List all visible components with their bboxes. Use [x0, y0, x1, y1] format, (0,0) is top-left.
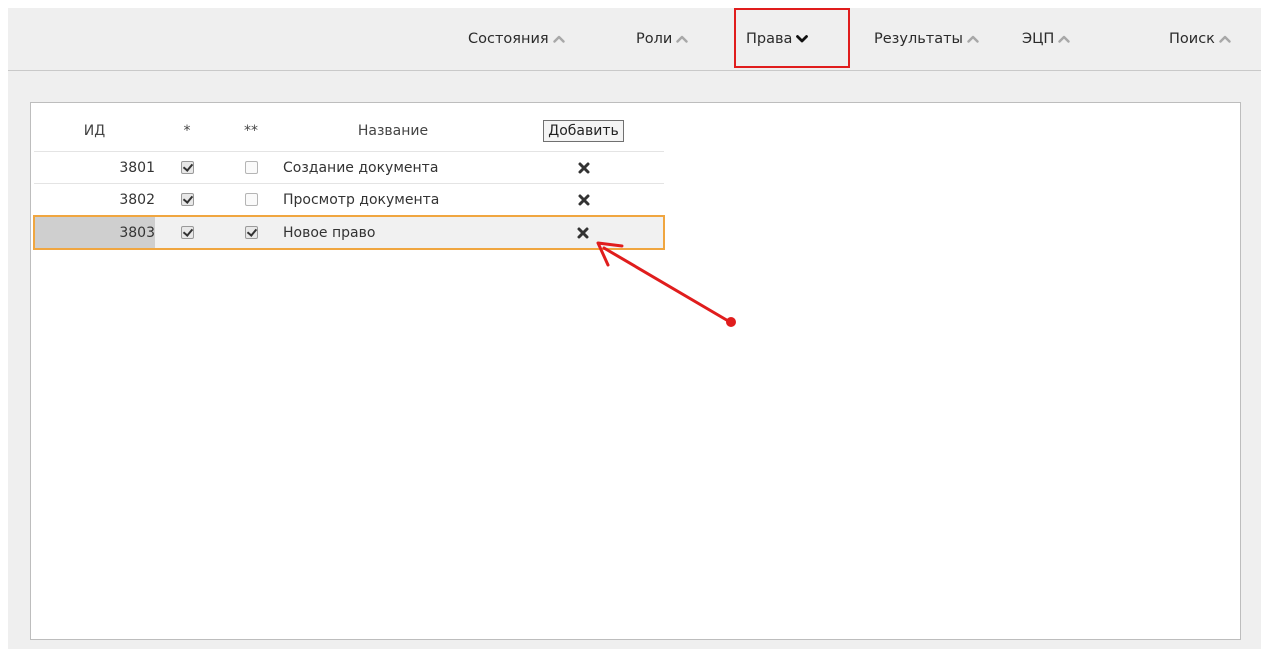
column-header-actions: Добавить	[503, 111, 664, 152]
close-x-icon[interactable]	[576, 226, 590, 240]
tab-label: Состояния	[468, 31, 549, 47]
flag1-checkbox[interactable]	[180, 161, 194, 174]
row-id: 3802	[34, 183, 155, 217]
row-actions	[503, 215, 665, 250]
row-name: Просмотр документа	[283, 183, 503, 217]
tab-digital-signature[interactable]: ЭЦП	[1022, 8, 1070, 70]
column-header-name: Название	[283, 111, 503, 152]
row-id: 3803	[33, 215, 155, 250]
tab-label: Роли	[636, 31, 673, 47]
row-name: Новое право	[283, 215, 503, 250]
table-row-selected[interactable]: 3803 Новое право	[33, 215, 665, 250]
chevron-up-icon	[1219, 33, 1231, 45]
tab-search[interactable]: Поиск	[1169, 8, 1231, 70]
row-id: 3801	[34, 151, 155, 184]
close-x-icon[interactable]	[577, 161, 591, 175]
tab-results[interactable]: Результаты	[874, 8, 979, 70]
row-actions	[503, 183, 664, 217]
tab-label: Результаты	[874, 31, 963, 47]
column-header-flag2: **	[219, 111, 283, 152]
tab-rights[interactable]: Права	[734, 8, 850, 70]
table-header-row: ИД * ** Название Добавить	[34, 111, 664, 152]
row-name: Создание документа	[283, 151, 503, 184]
column-header-flag1: *	[155, 111, 219, 152]
flag1-checkbox[interactable]	[180, 226, 194, 239]
chevron-up-icon	[967, 33, 979, 45]
row-actions	[503, 151, 664, 184]
flag2-checkbox[interactable]	[244, 161, 258, 174]
row-flag1-cell	[155, 183, 219, 217]
row-flag2-cell	[219, 151, 283, 184]
flag1-checkbox[interactable]	[180, 193, 194, 206]
flag2-checkbox[interactable]	[244, 226, 258, 239]
table-row[interactable]: 3801 Создание документа	[34, 151, 664, 184]
tab-label: ЭЦП	[1022, 31, 1055, 47]
chevron-up-icon	[676, 33, 689, 45]
table-row[interactable]: 3802 Просмотр документа	[34, 183, 664, 217]
row-flag2-cell	[219, 215, 283, 250]
tab-label: Поиск	[1169, 31, 1215, 47]
rights-table: ИД * ** Название Добавить 3801 Создание …	[33, 111, 665, 250]
column-header-id: ИД	[34, 111, 155, 152]
chevron-down-icon	[796, 33, 809, 45]
chevron-up-icon	[1058, 33, 1070, 45]
tab-states[interactable]: Состояния	[468, 8, 565, 70]
row-flag1-cell	[155, 151, 219, 184]
rights-panel: ИД * ** Название Добавить 3801 Создание …	[30, 102, 1241, 640]
tab-label: Права	[746, 31, 793, 47]
flag2-checkbox[interactable]	[244, 193, 258, 206]
row-flag1-cell	[155, 215, 219, 250]
row-flag2-cell	[219, 183, 283, 217]
tab-bar: Состояния Роли Права Результаты ЭЦП Поис…	[8, 8, 1261, 71]
tab-roles[interactable]: Роли	[636, 8, 689, 70]
chevron-up-icon	[552, 33, 565, 45]
app-area: Состояния Роли Права Результаты ЭЦП Поис…	[8, 8, 1261, 649]
close-x-icon[interactable]	[577, 193, 591, 207]
add-button[interactable]: Добавить	[543, 120, 624, 142]
